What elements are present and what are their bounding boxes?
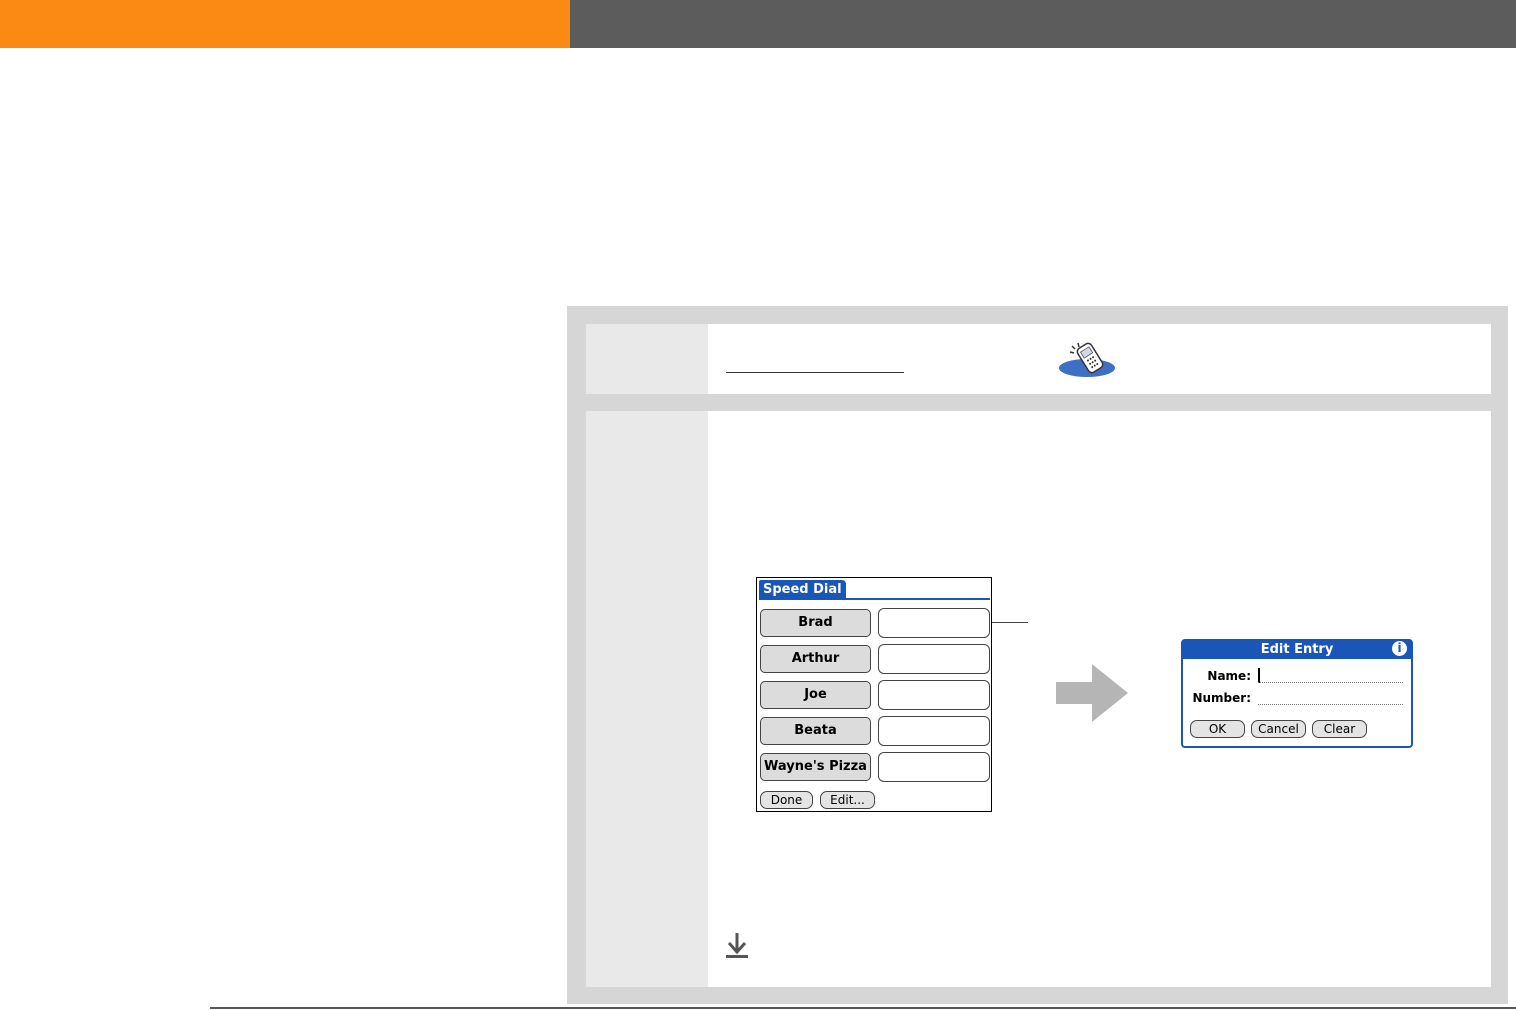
text-cursor (1258, 668, 1260, 683)
step-number-cell (586, 324, 708, 394)
step-row-1 (586, 324, 1491, 394)
speed-dial-title: Speed Dial (759, 580, 846, 599)
speed-dial-button[interactable]: Arthur (760, 645, 871, 673)
speed-dial-button[interactable]: Joe (760, 681, 871, 709)
cross-reference-link[interactable] (726, 372, 904, 373)
speed-dial-button[interactable]: Wayne's Pizza (760, 753, 871, 781)
callout-line (992, 622, 1028, 623)
speed-dial-empty-slot[interactable] (878, 608, 990, 638)
header-bar-orange (0, 0, 570, 48)
title-underline (759, 598, 990, 600)
continued-arrow-icon (726, 933, 748, 958)
speed-dial-button[interactable]: Brad (760, 609, 871, 637)
cancel-button[interactable]: Cancel (1251, 720, 1306, 738)
footer-rule (210, 1007, 1516, 1009)
speed-dial-empty-slot[interactable] (878, 716, 990, 746)
phone-app-icon (1059, 342, 1115, 377)
name-label: Name: (1207, 669, 1251, 683)
done-button[interactable]: Done (760, 791, 813, 809)
clear-button[interactable]: Clear (1312, 720, 1367, 738)
number-label: Number: (1192, 691, 1251, 705)
ok-button[interactable]: OK (1190, 720, 1245, 738)
number-field[interactable] (1258, 704, 1403, 705)
speed-dial-empty-slot[interactable] (878, 680, 990, 710)
step-number-cell (586, 411, 708, 987)
speed-dial-empty-slot[interactable] (878, 752, 990, 782)
header-bar-gray (570, 0, 1516, 48)
arrow-right-icon (1056, 664, 1128, 722)
edit-entry-title: Edit Entry (1183, 641, 1411, 659)
info-icon[interactable]: i (1392, 641, 1407, 656)
name-field[interactable] (1258, 682, 1403, 683)
speed-dial-button[interactable]: Beata (760, 717, 871, 745)
edit-button[interactable]: Edit... (820, 791, 875, 809)
speed-dial-empty-slot[interactable] (878, 644, 990, 674)
